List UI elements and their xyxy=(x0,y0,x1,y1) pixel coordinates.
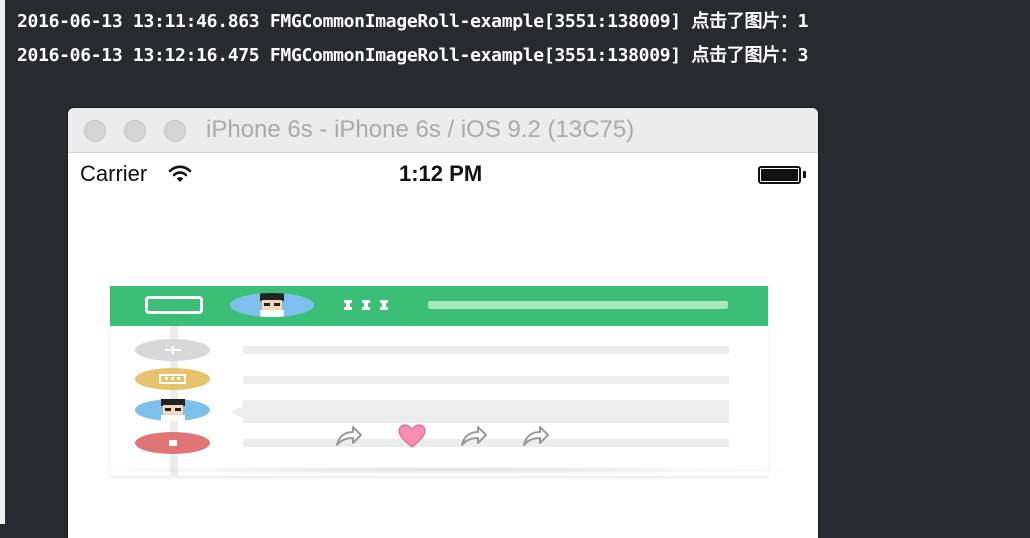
simulator-window: iPhone 6s - iPhone 6s / iOS 9.2 (13C75) … xyxy=(68,108,818,538)
share-icon xyxy=(461,426,487,446)
feed-panel xyxy=(110,326,768,476)
zoom-button[interactable] xyxy=(164,120,186,142)
wifi-icon xyxy=(168,165,192,182)
avatar-icon xyxy=(230,293,314,317)
timeline-dot-yellow xyxy=(135,368,210,390)
carrier-label: Carrier xyxy=(80,161,148,186)
console-gutter xyxy=(0,0,5,524)
content-line xyxy=(243,346,729,354)
heart-icon xyxy=(398,424,426,448)
banner-shadow xyxy=(76,466,816,474)
battery-icon xyxy=(758,166,801,184)
share-icon xyxy=(336,426,362,446)
ios-status-bar: Carrier 1:12 PM xyxy=(68,153,818,193)
battery-nub xyxy=(803,171,806,178)
status-time: 1:12 PM xyxy=(399,161,483,186)
share-icon xyxy=(523,426,549,446)
minimize-button[interactable] xyxy=(124,120,146,142)
comment-bubble-tail xyxy=(231,406,243,418)
comment-bubble xyxy=(243,400,729,423)
tablet-icon xyxy=(145,296,203,314)
banner-header xyxy=(110,286,768,326)
timeline-dot-red xyxy=(135,432,210,454)
timeline-dot-avatar xyxy=(135,399,210,421)
content-line xyxy=(243,376,729,384)
log-line: 2016-06-13 13:12:16.475 FMGCommonImageRo… xyxy=(17,45,809,66)
close-button[interactable] xyxy=(84,120,106,142)
timeline-dot-gray xyxy=(135,339,210,361)
image-roll-banner[interactable] xyxy=(110,286,768,476)
log-line: 2016-06-13 13:11:46.863 FMGCommonImageRo… xyxy=(17,11,809,32)
header-bar xyxy=(428,301,728,309)
pixel-dots-icon xyxy=(344,300,388,310)
window-title: iPhone 6s - iPhone 6s / iOS 9.2 (13C75) xyxy=(206,116,635,143)
simulator-titlebar[interactable]: iPhone 6s - iPhone 6s / iOS 9.2 (13C75) xyxy=(68,108,818,153)
